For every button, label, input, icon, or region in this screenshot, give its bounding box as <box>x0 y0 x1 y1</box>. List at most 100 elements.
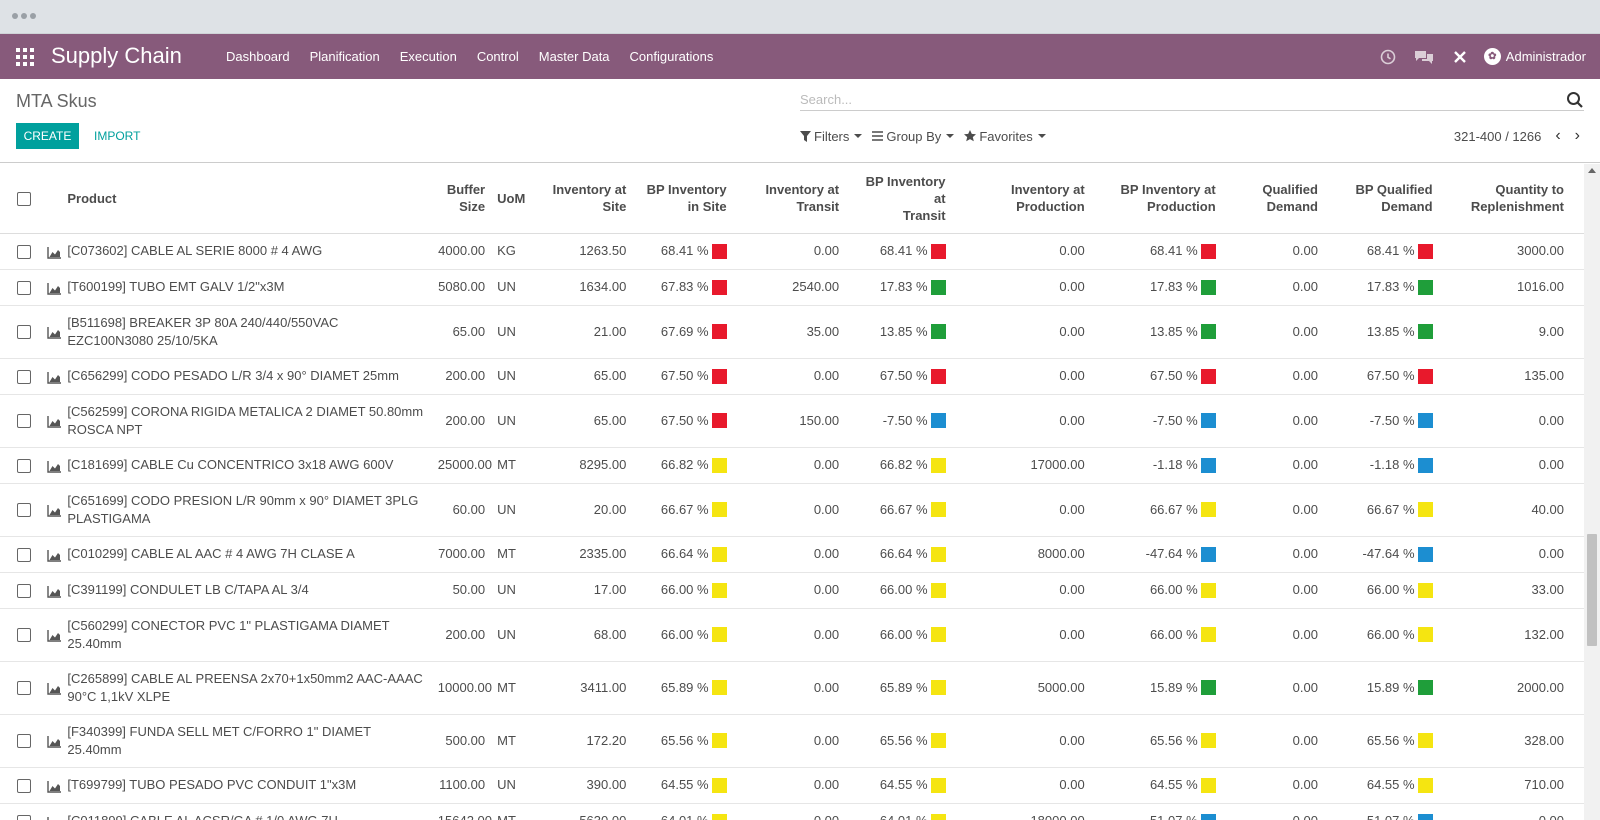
table-row[interactable]: [C651699] CODO PRESION L/R 90mm x 90° DI… <box>0 482 1584 536</box>
row-checkbox[interactable] <box>16 458 31 473</box>
area-chart-icon[interactable] <box>47 816 61 820</box>
header-inv-transit[interactable]: Inventory at Transit <box>732 164 846 234</box>
table-header-row: Product Buffer Size UoM Inventory at Sit… <box>0 164 1584 234</box>
bp-inventory-transit-value: 13.85 % <box>879 323 928 339</box>
filter-icon <box>800 130 811 142</box>
product-name: [C562599] CORONA RIGIDA METALICA 2 DIAME… <box>61 393 432 447</box>
header-inv-site[interactable]: Inventory at Site <box>534 164 633 234</box>
groupby-dropdown[interactable]: Group By <box>872 129 955 144</box>
table-row[interactable]: [C656299] CODO PESADO L/R 3/4 x 90° DIAM… <box>0 357 1584 394</box>
area-chart-icon[interactable] <box>47 735 62 748</box>
bp-inventory-production-status-swatch <box>1200 813 1216 820</box>
scrollbar-thumb[interactable] <box>1587 534 1597 646</box>
table-row[interactable]: [C011899] CABLE AL ACSR/GA # 1/0 AWG 7H1… <box>0 802 1584 820</box>
row-checkbox[interactable] <box>16 778 31 793</box>
header-qualified-demand[interactable]: Qualified Demand <box>1221 164 1324 234</box>
row-checkbox[interactable] <box>16 681 31 696</box>
vertical-scrollbar[interactable] <box>1584 164 1600 820</box>
scroll-up-icon[interactable] <box>1588 168 1596 173</box>
header-inv-production[interactable]: Inventory at Production <box>951 164 1091 234</box>
inventory-at-site: 172.20 <box>534 713 633 767</box>
table-row[interactable]: [C181699] CABLE Cu CONCENTRICO 3x18 AWG … <box>0 446 1584 483</box>
create-button[interactable]: CREATE <box>16 123 79 149</box>
pager-next-icon[interactable]: › <box>1575 127 1580 145</box>
menu-item-dashboard[interactable]: Dashboard <box>216 34 300 79</box>
bp-inventory-production-cell: -51.07 % <box>1090 802 1222 820</box>
table-row[interactable]: [C265899] CABLE AL PREENSA 2x70+1x50mm2 … <box>0 660 1584 714</box>
row-checkbox[interactable] <box>16 414 31 429</box>
header-bp-inv-transit[interactable]: BP Inventory at Transit <box>845 164 952 234</box>
pager-previous-icon[interactable]: ‹ <box>1555 127 1560 145</box>
row-checkbox[interactable] <box>16 369 31 384</box>
user-menu[interactable]: ✿ Administrador <box>1478 48 1600 65</box>
row-checkbox[interactable] <box>16 547 31 562</box>
row-checkbox[interactable] <box>16 280 31 295</box>
menu-item-planification[interactable]: Planification <box>300 34 390 79</box>
table-row[interactable]: [C562599] CORONA RIGIDA METALICA 2 DIAME… <box>0 393 1584 447</box>
buffer-size: 65.00 <box>431 304 492 358</box>
table-row[interactable]: [C073602] CABLE AL SERIE 8000 # 4 AWG 400… <box>0 232 1584 269</box>
row-checkbox[interactable] <box>16 244 31 259</box>
table-row[interactable]: [C391199] CONDULET LB C/TAPA AL 3/4 50.00… <box>0 571 1584 608</box>
app-title[interactable]: Supply Chain <box>51 43 182 69</box>
filters-dropdown[interactable]: Filters <box>800 129 863 144</box>
area-chart-icon[interactable] <box>47 780 62 793</box>
header-buffer-size[interactable]: Buffer Size <box>431 164 492 234</box>
bp-inventory-transit-status-swatch <box>930 680 946 695</box>
area-chart-icon[interactable] <box>47 682 62 695</box>
bp-qualified-demand-cell: 17.83 % <box>1323 268 1439 305</box>
bp-qualified-demand-cell: 66.00 % <box>1323 607 1439 661</box>
row-chart-cell <box>47 304 62 358</box>
table-row[interactable]: [F340399] FUNDA SELL MET C/FORRO 1" DIAM… <box>0 713 1584 767</box>
row-checkbox[interactable] <box>16 814 31 820</box>
area-chart-icon[interactable] <box>47 246 62 259</box>
table-row[interactable]: [C560299] CONECTOR PVC 1" PLASTIGAMA DIA… <box>0 607 1584 661</box>
header-bp-inv-production[interactable]: BP Inventory at Production <box>1090 164 1222 234</box>
table-row[interactable]: [B511698] BREAKER 3P 80A 240/440/550VAC … <box>0 304 1584 358</box>
row-checkbox[interactable] <box>16 503 31 518</box>
area-chart-icon[interactable] <box>47 585 62 598</box>
pager-value[interactable]: 321-400 / 1266 <box>1454 129 1541 144</box>
area-chart-icon[interactable] <box>47 549 62 562</box>
row-checkbox[interactable] <box>16 628 31 643</box>
header-uom[interactable]: UoM <box>491 164 535 234</box>
table-row[interactable]: [C010299] CABLE AL AAC # 4 AWG 7H CLASE … <box>0 535 1584 572</box>
favorites-dropdown[interactable]: Favorites <box>964 129 1046 144</box>
menu-item-control[interactable]: Control <box>467 34 529 79</box>
chat-icon[interactable] <box>1406 34 1442 79</box>
clock-icon[interactable] <box>1370 34 1406 79</box>
menu-item-execution[interactable]: Execution <box>390 34 467 79</box>
area-chart-icon[interactable] <box>47 326 62 339</box>
header-qty-replenishment[interactable]: Quantity to Replenishment <box>1438 164 1584 234</box>
apps-menu-icon[interactable] <box>16 48 34 66</box>
search-icon[interactable] <box>1566 91 1584 109</box>
area-chart-icon[interactable] <box>47 282 62 295</box>
bp-inventory-site-cell: 66.00 % <box>632 607 733 661</box>
main-menu: Dashboard Planification Execution Contro… <box>216 34 723 79</box>
header-bp-inv-site[interactable]: BP Inventory in Site <box>632 164 733 234</box>
table-row[interactable]: [T600199] TUBO EMT GALV 1/2"x3M 5080.00 UN… <box>0 268 1584 305</box>
bp-inventory-production-value: -1.18 % <box>1152 457 1198 472</box>
header-bp-qualified-demand[interactable]: BP Qualified Demand <box>1323 164 1439 234</box>
bp-qualified-demand-status-swatch <box>1417 324 1433 339</box>
area-chart-icon[interactable] <box>47 415 62 428</box>
pager: 321-400 / 1266 ‹ › <box>1454 123 1580 149</box>
area-chart-icon[interactable] <box>47 371 62 384</box>
area-chart-icon[interactable] <box>47 504 62 517</box>
header-product[interactable]: Product <box>61 164 432 234</box>
bp-qualified-demand-cell: -47.64 % <box>1323 535 1439 572</box>
bp-qualified-demand-status-swatch <box>1417 368 1433 384</box>
tools-icon[interactable] <box>1442 34 1478 79</box>
table-row[interactable]: [T699799] TUBO PESADO PVC CONDUIT 1"x3M 1… <box>0 766 1584 803</box>
menu-item-configurations[interactable]: Configurations <box>620 34 724 79</box>
row-checkbox[interactable] <box>16 325 31 340</box>
area-chart-icon[interactable] <box>47 629 62 642</box>
select-all-checkbox[interactable] <box>16 192 31 207</box>
area-chart-icon[interactable] <box>47 460 62 473</box>
row-checkbox[interactable] <box>16 583 31 598</box>
menu-item-master-data[interactable]: Master Data <box>529 34 620 79</box>
bp-inventory-production-value: 17.83 % <box>1149 279 1198 294</box>
row-checkbox[interactable] <box>16 734 31 749</box>
search-input[interactable] <box>800 89 1540 110</box>
import-button[interactable]: IMPORT <box>86 123 148 149</box>
